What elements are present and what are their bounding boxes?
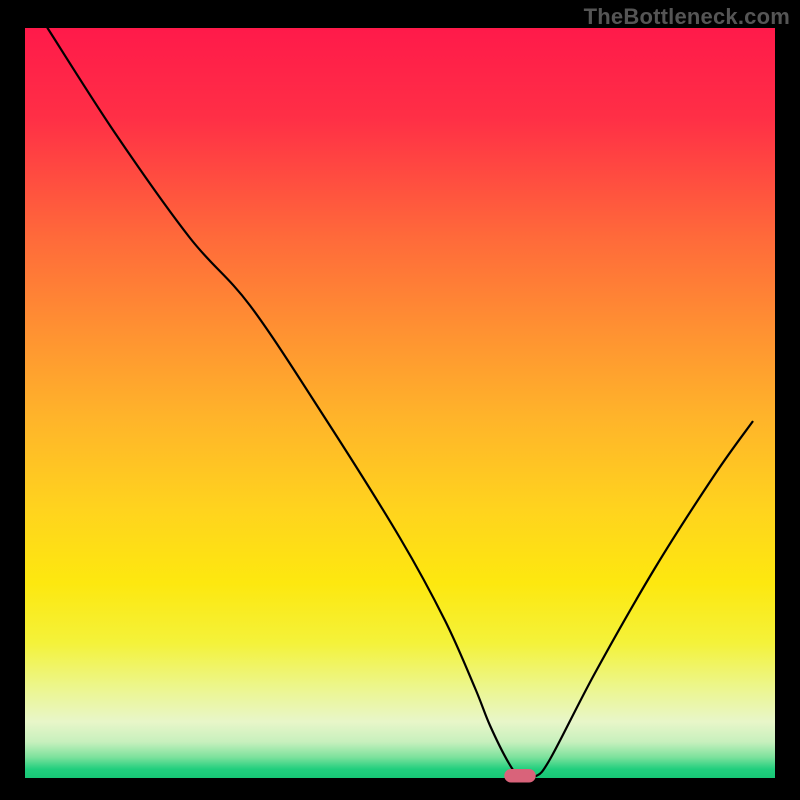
chart-svg bbox=[0, 0, 800, 800]
bottleneck-chart: TheBottleneck.com bbox=[0, 0, 800, 800]
watermark-label: TheBottleneck.com bbox=[584, 4, 790, 30]
optimal-marker bbox=[504, 769, 536, 783]
plot-background bbox=[25, 28, 775, 778]
